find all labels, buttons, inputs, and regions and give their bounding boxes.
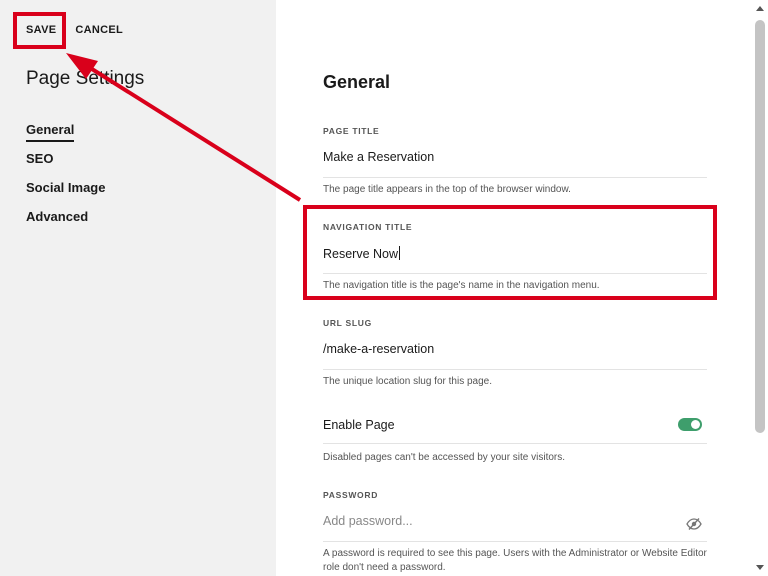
cancel-button[interactable]: CANCEL [75, 24, 123, 36]
sidebar-item-label: SEO [26, 151, 54, 166]
scroll-thumb[interactable] [755, 20, 765, 433]
eye-slash-icon[interactable] [686, 518, 702, 530]
section-title: General [323, 72, 391, 92]
page-settings-title: Page Settings [26, 68, 145, 89]
password-field: PASSWORD Add password... A password is r… [323, 490, 707, 575]
sidebar-item-label: Advanced [26, 209, 89, 224]
scrollbar[interactable] [752, 0, 768, 576]
scroll-up-icon[interactable] [756, 6, 764, 11]
page-title-field: PAGE TITLE Make a Reservation The page t… [323, 126, 707, 197]
toggle-knob [691, 420, 700, 429]
page-title-label: PAGE TITLE [323, 126, 380, 136]
sidebar: SAVE CANCEL Page Settings General SEO So… [0, 0, 276, 576]
enable-page-row: Enable Page [323, 416, 707, 444]
url-slug-field: URL SLUG /make-a-reservation The unique … [323, 318, 707, 389]
password-label: PASSWORD [323, 490, 379, 500]
sidebar-item-label: General [26, 122, 75, 142]
url-slug-input[interactable]: /make-a-reservation [323, 342, 707, 370]
settings-nav: General SEO Social Image Advanced [26, 122, 105, 238]
password-input[interactable]: Add password... [323, 514, 707, 542]
url-slug-help: The unique location slug for this page. [323, 376, 492, 387]
navigation-title-highlight-box [303, 205, 717, 300]
password-help: A password is required to see this page.… [323, 548, 707, 573]
scroll-down-icon[interactable] [756, 565, 764, 570]
save-highlight-box [13, 12, 66, 49]
enable-page-label: Enable Page [323, 418, 395, 432]
sidebar-item-advanced[interactable]: Advanced [26, 209, 105, 238]
enable-page-help: Disabled pages can't be accessed by your… [323, 452, 566, 463]
url-slug-label: URL SLUG [323, 318, 372, 328]
sidebar-item-seo[interactable]: SEO [26, 151, 105, 180]
enable-page-toggle[interactable] [678, 418, 702, 431]
sidebar-item-general[interactable]: General [26, 122, 105, 151]
page-title-input[interactable]: Make a Reservation [323, 150, 707, 178]
sidebar-item-social-image[interactable]: Social Image [26, 180, 105, 209]
sidebar-item-label: Social Image [26, 180, 106, 195]
page-title-help: The page title appears in the top of the… [323, 184, 571, 195]
